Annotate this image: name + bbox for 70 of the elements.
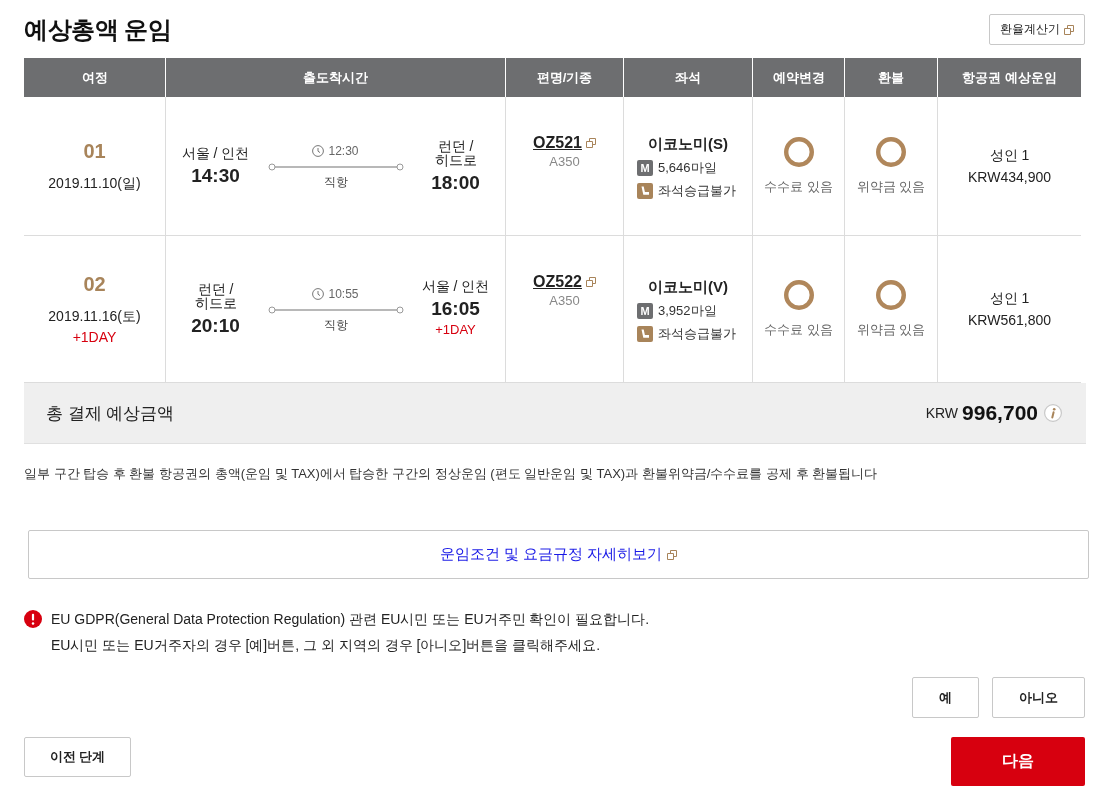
yes-button[interactable]: 예 — [912, 677, 979, 718]
route-line-icon — [267, 305, 404, 314]
refund-penalty-text: 위약금 있음 — [856, 179, 926, 195]
arrival-city: 런던 / 히드로 — [433, 138, 478, 167]
flight-number-link[interactable]: OZ521 — [533, 133, 596, 152]
mileage-badge: M — [637, 159, 653, 176]
column-header: 항공권 예상운임 — [937, 58, 1081, 97]
alert-icon — [24, 610, 42, 628]
seat-icon — [637, 182, 653, 199]
departure-time: 14:30 — [191, 164, 240, 187]
cabin-class: 이코노미(S) — [648, 133, 728, 153]
column-header: 출도착시간 — [165, 58, 505, 97]
day-change-note: +1DAY — [435, 321, 476, 339]
flight-duration: 12:30 — [328, 143, 359, 158]
refund-penalty-text: 위약금 있음 — [856, 322, 926, 338]
fare-rules-link[interactable]: 운임조건 및 요금규정 자세히보기 — [28, 530, 1089, 579]
fare-amount: KRW561,800 — [968, 311, 1051, 330]
seat-icon — [637, 325, 653, 342]
change-fee-text: 수수료 있음 — [764, 179, 833, 195]
aircraft-type: A350 — [549, 154, 580, 170]
mileage-text: 3,952마일 — [658, 302, 717, 319]
day-change-note: +1DAY — [72, 328, 117, 346]
change-fee-text: 수수료 있음 — [764, 322, 833, 338]
currency-label: KRW — [925, 405, 959, 421]
column-header: 좌석 — [623, 58, 752, 97]
mileage-badge: M — [637, 302, 653, 319]
total-label: 총 결제 예상금액 — [46, 402, 175, 425]
passenger-count: 성인 1 — [989, 289, 1030, 308]
fare-amount: KRW434,900 — [968, 168, 1051, 187]
departure-time: 20:10 — [191, 314, 240, 337]
clock-icon — [312, 287, 325, 300]
passenger-count: 성인 1 — [989, 146, 1030, 165]
column-header: 여정 — [80, 68, 109, 87]
segment-number: 01 — [83, 139, 106, 163]
flight-duration: 10:55 — [328, 286, 359, 301]
cabin-class: 이코노미(V) — [648, 276, 728, 296]
segment-number: 02 — [83, 272, 106, 296]
new-window-icon — [585, 276, 596, 287]
arrival-time: 18:00 — [431, 171, 480, 194]
upgrade-status: 좌석승급불가 — [658, 325, 736, 342]
route-line-icon — [267, 162, 404, 171]
new-window-icon — [585, 137, 596, 148]
column-header: 환불 — [844, 58, 937, 97]
gdpr-notice-text: EU시민 또는 EU거주자의 경우 [예]버튼, 그 외 지역의 경우 [아니오]버튼을 클릭해주세요. — [50, 636, 602, 655]
next-button[interactable]: 다음 — [951, 737, 1085, 786]
column-header: 예약변경 — [752, 58, 844, 97]
flight-number-link[interactable]: OZ522 — [533, 272, 596, 291]
page-title: 예상총액 운임 — [24, 15, 172, 45]
gdpr-notice-text: EU GDPR(General Data Protection Regulation) 관련 EU시민 또는 EU거주민 확인이 필요합니다. — [51, 610, 650, 629]
travel-date: 2019.11.10(일) — [48, 174, 141, 193]
no-button[interactable]: 아니오 — [992, 677, 1085, 718]
new-window-icon — [1064, 24, 1074, 35]
upgrade-status: 좌석승급불가 — [658, 182, 736, 199]
mileage-text: 5,646마일 — [658, 159, 717, 176]
aircraft-type: A350 — [549, 293, 580, 309]
clock-icon — [312, 144, 325, 157]
new-window-icon — [667, 549, 678, 560]
travel-date: 2019.11.16(토) — [48, 307, 141, 326]
column-header: 편명/기종 — [505, 58, 623, 97]
route-type: 직항 — [323, 174, 348, 189]
info-icon[interactable] — [1044, 404, 1062, 422]
arrival-city: 서울 / 인천 — [421, 279, 490, 293]
departure-city: 서울 / 인천 — [181, 145, 250, 160]
refund-notice-text: 일부 구간 탑승 후 환불 항공권의 총액(운임 및 TAX)에서 탑승한 구간의 정상운임 (편도 일반운임 및 TAX)과 환불위약금/수수료를 공제 후 환불됩니다 — [24, 465, 879, 483]
total-amount: 996,700 — [962, 401, 1038, 425]
route-type: 직항 — [323, 317, 348, 332]
departure-city: 런던 / 히드로 — [193, 281, 238, 310]
exchange-calculator-button[interactable]: 환율계산기 — [989, 14, 1085, 45]
previous-step-button[interactable]: 이전 단계 — [24, 737, 131, 777]
arrival-time: 16:05 — [431, 298, 480, 320]
